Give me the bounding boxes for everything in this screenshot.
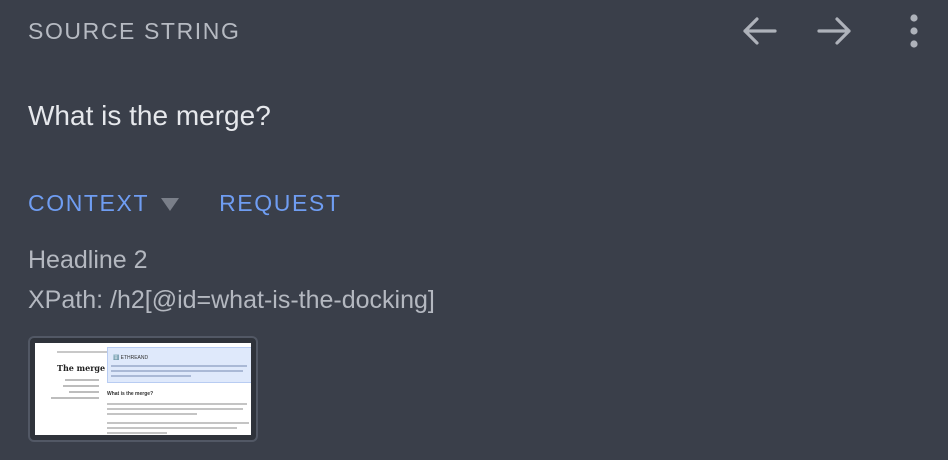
tab-request[interactable]: REQUEST [219,190,341,217]
thumbnail-nav-line [63,385,99,387]
context-element-type: Headline 2 [28,246,148,274]
thumbnail-banner-title: ℹ️ ETHREAND [113,355,149,361]
context-xpath: XPath: /h2[@id=what-is-the-docking] [28,286,435,314]
context-screenshot-thumbnail[interactable]: The merge ℹ️ ETHREAND What is the merge? [28,336,258,442]
thumbnail-heading: What is the merge? [107,391,154,397]
thumbnail-text-line [107,422,249,424]
thumbnail-text-line [107,403,247,405]
caret-down-icon[interactable] [161,198,180,211]
thumbnail-nav-line [51,397,99,399]
arrow-right-icon [817,17,851,45]
thumbnail-text-line [107,413,197,415]
more-options-button[interactable] [900,11,928,51]
thumbnail-banner-line [111,375,191,377]
tab-context[interactable]: CONTEXT [28,190,180,217]
thumbnail-banner-line [111,365,247,367]
context-tabs: CONTEXT REQUEST [28,190,341,217]
thumbnail-nav-line [69,391,99,393]
next-string-button[interactable] [810,11,860,51]
thumbnail-banner-line [111,370,243,372]
thumbnail-nav-line [65,379,99,381]
more-vertical-icon [910,14,918,48]
arrow-left-icon [743,17,777,45]
thumbnail-breadcrumb [57,351,107,353]
previous-string-button[interactable] [734,11,784,51]
thumbnail-text-line [107,408,243,410]
header-actions [734,11,928,51]
panel-header: SOURCE STRING [28,14,928,48]
source-string-text: What is the merge? [28,100,271,131]
tab-request-label: REQUEST [219,190,342,216]
thumbnail-text-line [107,427,237,429]
thumbnail-text-line [107,432,167,434]
source-string-panel: SOURCE STRING What is the merge? CONTEXT… [0,0,948,460]
thumbnail-page-title: The merge [57,363,106,373]
tab-context-label: CONTEXT [28,190,150,216]
section-label: SOURCE STRING [28,17,241,44]
thumbnail-image: The merge ℹ️ ETHREAND What is the merge? [35,343,251,435]
